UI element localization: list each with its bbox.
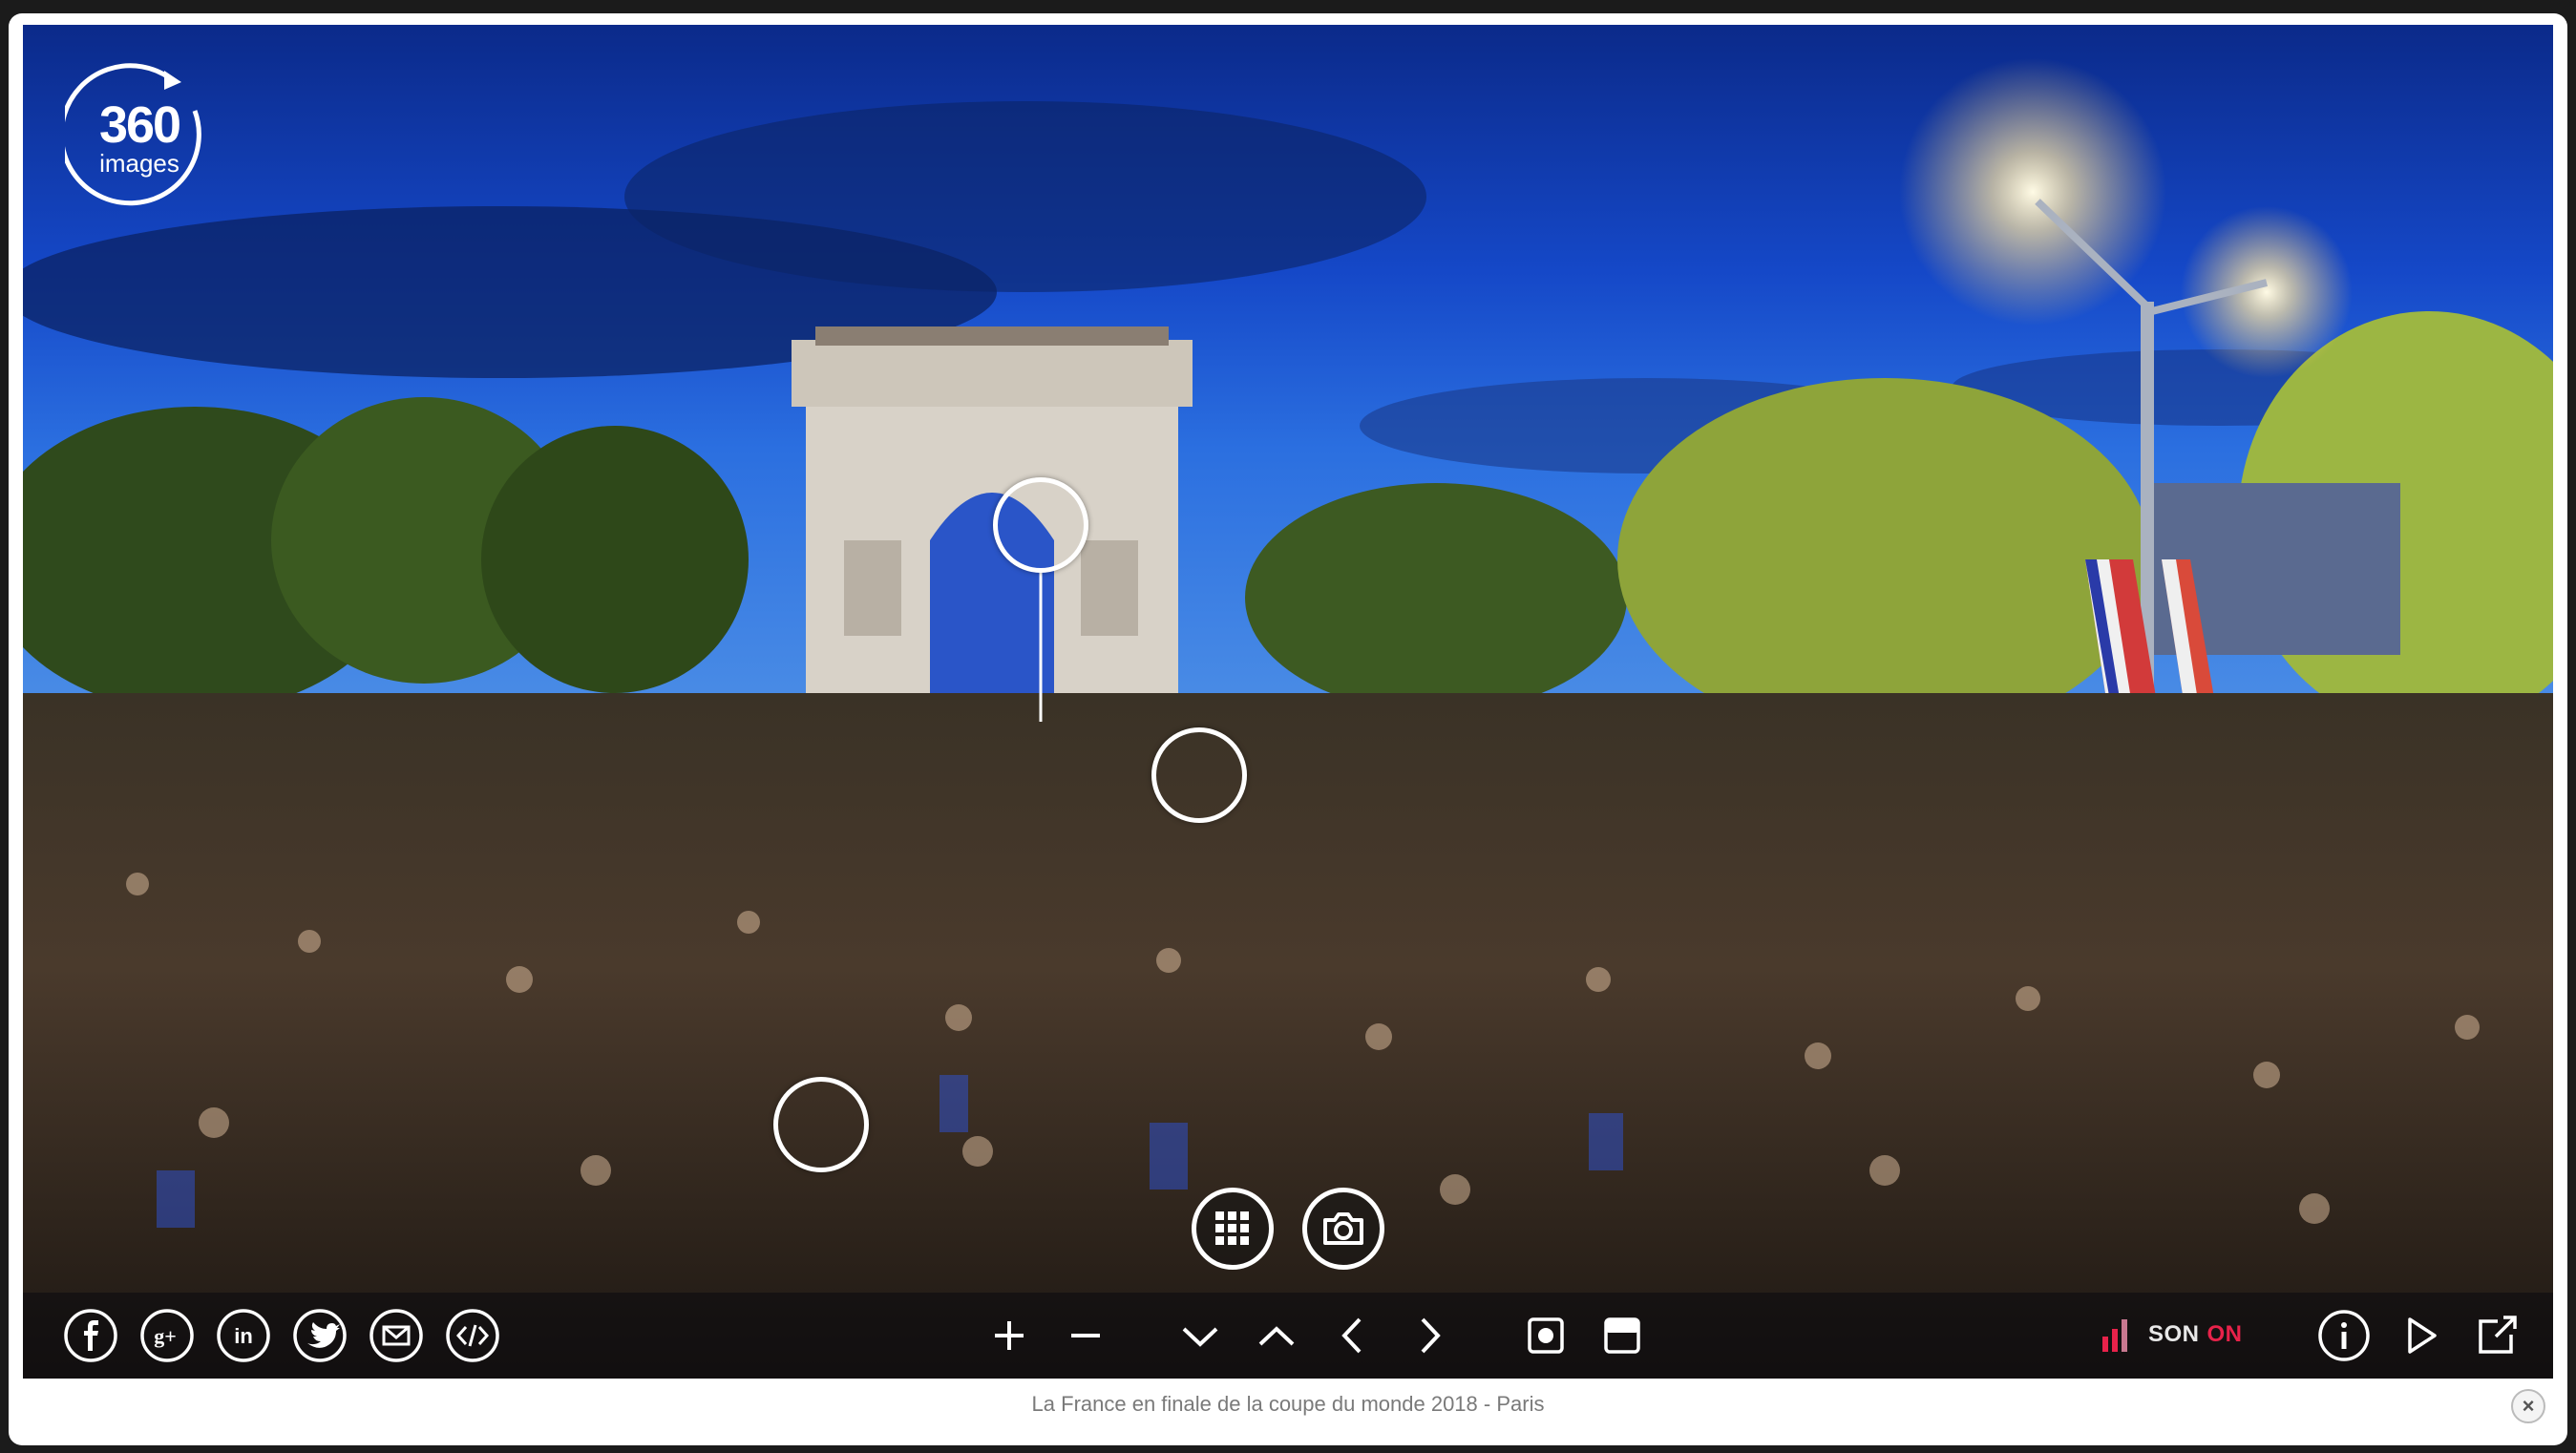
- sound-label: SON: [2148, 1321, 2200, 1347]
- sound-level-button[interactable]: [2097, 1308, 2135, 1363]
- share-facebook-button[interactable]: [63, 1308, 118, 1363]
- zoom-out-icon: [1071, 1334, 1100, 1337]
- sound-toggle[interactable]: SON ON: [2148, 1321, 2243, 1348]
- view-mode-icon: [1528, 1317, 1564, 1354]
- svg-text:g+: g+: [154, 1324, 177, 1348]
- linkedin-icon: in: [217, 1309, 270, 1362]
- gallery-button[interactable]: [1192, 1188, 1274, 1270]
- gallery-grid-icon: [1215, 1211, 1249, 1245]
- hotspot-crowd-center[interactable]: [1151, 727, 1247, 823]
- facebook-icon: [64, 1309, 117, 1362]
- panorama-viewer[interactable]: 360 images g+ in SON ON: [23, 25, 2553, 1379]
- projection-icon: [1604, 1317, 1640, 1354]
- fullscreen-icon: [2479, 1316, 2517, 1354]
- twitter-icon: [293, 1309, 347, 1362]
- share-google-plus-button[interactable]: g+: [139, 1308, 195, 1363]
- share-linkedin-button[interactable]: in: [216, 1308, 271, 1363]
- info-icon: [2318, 1310, 2370, 1361]
- look-left-icon: [1341, 1317, 1362, 1354]
- close-button[interactable]: ×: [2511, 1389, 2545, 1423]
- look-up-button[interactable]: [1249, 1308, 1304, 1363]
- panorama-caption: La France en finale de la coupe du monde…: [1031, 1392, 1545, 1416]
- share-embed-button[interactable]: [445, 1308, 500, 1363]
- fullscreen-button[interactable]: [2469, 1308, 2524, 1363]
- play-icon: [2408, 1317, 2437, 1354]
- view-mode-button[interactable]: [1518, 1308, 1573, 1363]
- look-right-icon: [1421, 1317, 1441, 1354]
- hotspot-crowd-left[interactable]: [773, 1077, 869, 1172]
- look-up-icon: [1258, 1326, 1295, 1346]
- 360-images-logo[interactable]: 360 images: [58, 63, 214, 212]
- panorama-image[interactable]: [23, 25, 2553, 1379]
- snapshot-button[interactable]: [1302, 1188, 1384, 1270]
- hotspot-arc-de-triomphe[interactable]: [993, 477, 1088, 573]
- projection-button[interactable]: [1594, 1308, 1650, 1363]
- look-down-button[interactable]: [1172, 1308, 1228, 1363]
- share-email-button[interactable]: [369, 1308, 424, 1363]
- viewer-toolbar: g+ in SON ON: [23, 1293, 2553, 1379]
- google-plus-icon: g+: [140, 1309, 194, 1362]
- sound-state: ON: [2206, 1321, 2243, 1347]
- embed-code-icon: [446, 1309, 499, 1362]
- logo-number: 360: [98, 96, 181, 154]
- share-twitter-button[interactable]: [292, 1308, 348, 1363]
- arc-de-triomphe: [792, 326, 1193, 693]
- look-right-button[interactable]: [1402, 1308, 1457, 1363]
- logo-word: images: [99, 149, 179, 178]
- look-left-button[interactable]: [1325, 1308, 1381, 1363]
- look-down-icon: [1182, 1327, 1218, 1347]
- zoom-out-button[interactable]: [1058, 1308, 1113, 1363]
- zoom-in-icon: [995, 1321, 1024, 1350]
- svg-text:in: in: [234, 1324, 253, 1348]
- camera-icon: [1323, 1212, 1363, 1245]
- info-button[interactable]: [2316, 1308, 2372, 1363]
- email-icon: [370, 1309, 423, 1362]
- sound-level-icon: [2102, 1319, 2127, 1352]
- autoplay-button[interactable]: [2393, 1308, 2448, 1363]
- zoom-in-button[interactable]: [982, 1308, 1037, 1363]
